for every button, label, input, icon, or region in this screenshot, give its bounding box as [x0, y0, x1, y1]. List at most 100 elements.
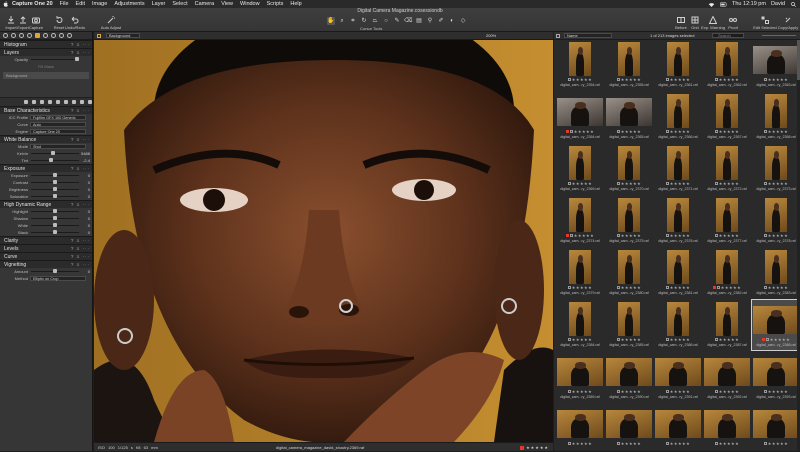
thumbnail-cell[interactable]: ★★★★★ digital_cam...ry_2376.raf [654, 196, 702, 246]
thumbnail-rating[interactable]: ★★★★★ [703, 285, 751, 290]
fill-mask-button[interactable]: Fill Mask [38, 64, 54, 69]
thumbnail-rating[interactable]: ★★★★★ [654, 337, 702, 342]
thumbnail-cell[interactable]: ★★★★★ digital_cam...ry_2391.raf [654, 352, 702, 402]
select-checkbox[interactable] [616, 78, 620, 82]
thumbnail-cell[interactable]: ★★★★★ digital_cam...ry_2389.raf [556, 352, 604, 402]
thumbnail-image[interactable] [606, 410, 652, 438]
brush-mask-icon[interactable] [40, 100, 44, 104]
thumbnail-rating[interactable]: ★★★★★ [752, 441, 800, 446]
rotate-tool-icon[interactable]: ↻ [360, 17, 368, 25]
thumbnail-rating[interactable]: ★★★★★ [605, 181, 653, 186]
thumbnail-cell[interactable]: ★★★★★ digital_cam...ry_2388.raf [751, 299, 800, 351]
rating-stars[interactable]: ★★★★★ [670, 285, 690, 290]
select-checkbox[interactable] [665, 442, 669, 446]
rating-stars[interactable]: ★★★★★ [572, 285, 592, 290]
control-slider[interactable] [31, 209, 79, 213]
select-checkbox[interactable] [714, 390, 718, 394]
select-checkbox[interactable] [763, 78, 767, 82]
thumbnail-image[interactable] [618, 250, 640, 284]
section-base-characteristics[interactable]: Base Characteristics? ≡ ··· [0, 106, 92, 114]
thumbnail-rating[interactable]: ★★★★★ [605, 337, 653, 342]
thumbnail-image[interactable] [765, 94, 787, 128]
thumbnail-rating[interactable]: ★★★★★ [654, 181, 702, 186]
menubar-clock[interactable]: Thu 12:19 pm [732, 0, 766, 8]
thumbnail-cell[interactable]: ★★★★★ digital_cam...ry_2390.raf [605, 352, 653, 402]
select-checkbox[interactable] [569, 130, 573, 134]
select-checkbox[interactable] [665, 182, 669, 186]
rating-stars[interactable]: ★★★★★ [719, 129, 739, 134]
thumbnail-cell[interactable]: ★★★★★ digital_cam...ry_2354.raf [556, 40, 604, 90]
thumbnail-cell[interactable]: ★★★★★ digital_cam...ry_2363.raf [752, 40, 800, 90]
select-checkbox[interactable] [665, 130, 669, 134]
rating-stars[interactable]: ★★★★★ [719, 337, 739, 342]
thumbnail-rating[interactable]: ★★★★★ [703, 441, 751, 446]
spotlight-icon[interactable] [790, 1, 797, 7]
select-checkbox[interactable] [714, 182, 718, 186]
control-slider[interactable] [31, 223, 79, 227]
thumbnail-rating[interactable]: ★★★★★ [556, 337, 604, 342]
thumbnail-cell[interactable]: ★★★★★ digital_cam...ry_2392.raf [703, 352, 751, 402]
rating-stars[interactable]: ★★★★★ [670, 441, 690, 446]
select-checkbox[interactable] [567, 286, 571, 290]
section-layers[interactable]: Layers? ≡ ··· [0, 48, 92, 56]
thumbnail-image[interactable] [753, 306, 799, 334]
thumbnail-rating[interactable]: ★★★★★ [556, 129, 604, 134]
gradient-tool-icon[interactable]: ▤ [415, 17, 423, 25]
thumbnail-image[interactable] [557, 358, 603, 386]
color-tag-icon[interactable] [712, 286, 716, 290]
control-slider[interactable] [31, 187, 79, 191]
tab-library-icon[interactable] [3, 33, 8, 38]
tab-lens-icon[interactable] [19, 33, 24, 38]
auto-adjust-button[interactable]: Auto Adjust [98, 15, 124, 31]
thumbnail-image[interactable] [667, 42, 689, 76]
select-checkbox[interactable] [763, 286, 767, 290]
slider-knob[interactable] [53, 209, 57, 213]
sort-select[interactable]: Name [564, 33, 612, 38]
picker-tool-icon[interactable]: ⚲ [426, 17, 434, 25]
hand-tool-icon[interactable]: ✋ [327, 17, 335, 25]
tab-exposure-icon[interactable] [35, 33, 40, 38]
rating-stars[interactable]: ★★★★★ [770, 337, 790, 342]
rating-stars[interactable]: ★★★★★ [719, 441, 739, 446]
thumbnail-image[interactable] [667, 146, 689, 180]
rating-stars[interactable]: ★★★★★ [768, 233, 788, 238]
thumbnail-rating[interactable]: ★★★★★ [752, 389, 800, 394]
select-checkbox[interactable] [567, 182, 571, 186]
thumbnail-rating[interactable]: ★★★★★ [556, 389, 604, 394]
control-dropdown[interactable]: Capture One 20 [30, 129, 86, 134]
edit-selected-button[interactable]: Edit Selected [752, 15, 778, 31]
layer-menu-icon[interactable] [88, 100, 92, 104]
rating-stars[interactable]: ★★★★★ [670, 77, 690, 82]
menubar-user[interactable]: David [771, 0, 785, 8]
proof-button[interactable]: Proof [722, 15, 744, 31]
thumbnail-image[interactable] [557, 410, 603, 438]
rating-stars[interactable]: ★★★★★ [768, 285, 788, 290]
rating-stars[interactable]: ★★★★★ [574, 129, 594, 134]
rating-stars[interactable]: ★★★★★ [768, 441, 788, 446]
rating-stars[interactable]: ★★★★★ [572, 441, 592, 446]
slider-knob[interactable] [53, 187, 57, 191]
thumbnail-rating[interactable]: ★★★★★ [605, 441, 653, 446]
thumbnail-image[interactable] [569, 198, 591, 232]
thumbnail-image[interactable] [667, 250, 689, 284]
thumbnail-cell[interactable]: ★★★★★ digital_cam...ry_2362.raf [703, 40, 751, 90]
thumbnail-cell[interactable]: ★★★★★ [703, 404, 751, 451]
thumbnail-cell[interactable]: ★★★★★ digital_cam...ry_2365.raf [605, 92, 653, 142]
opacity-slider[interactable] [31, 57, 79, 61]
thumbnail-image[interactable] [557, 98, 603, 126]
heal-icon[interactable] [72, 100, 76, 104]
thumbnail-cell[interactable]: ★★★★★ digital_cam...ry_2361.raf [654, 40, 702, 90]
erase-mask-icon[interactable] [48, 100, 52, 104]
thumbnail-image[interactable] [569, 146, 591, 180]
rating-stars[interactable]: ★★★★★ [621, 337, 641, 342]
menu-view[interactable]: View [221, 0, 233, 8]
zoom-level[interactable]: 200% [486, 32, 496, 40]
control-slider[interactable] [31, 151, 79, 155]
color-tag-icon[interactable] [565, 234, 569, 238]
select-checkbox[interactable] [763, 182, 767, 186]
thumbnail-rating[interactable]: ★★★★★ [556, 441, 604, 446]
menu-scripts[interactable]: Scripts [267, 0, 284, 8]
section-clarity[interactable]: Clarity? ≡ ··· [0, 236, 92, 244]
rating-stars[interactable]: ★★★★★ [572, 337, 592, 342]
slider-knob[interactable] [53, 230, 57, 234]
